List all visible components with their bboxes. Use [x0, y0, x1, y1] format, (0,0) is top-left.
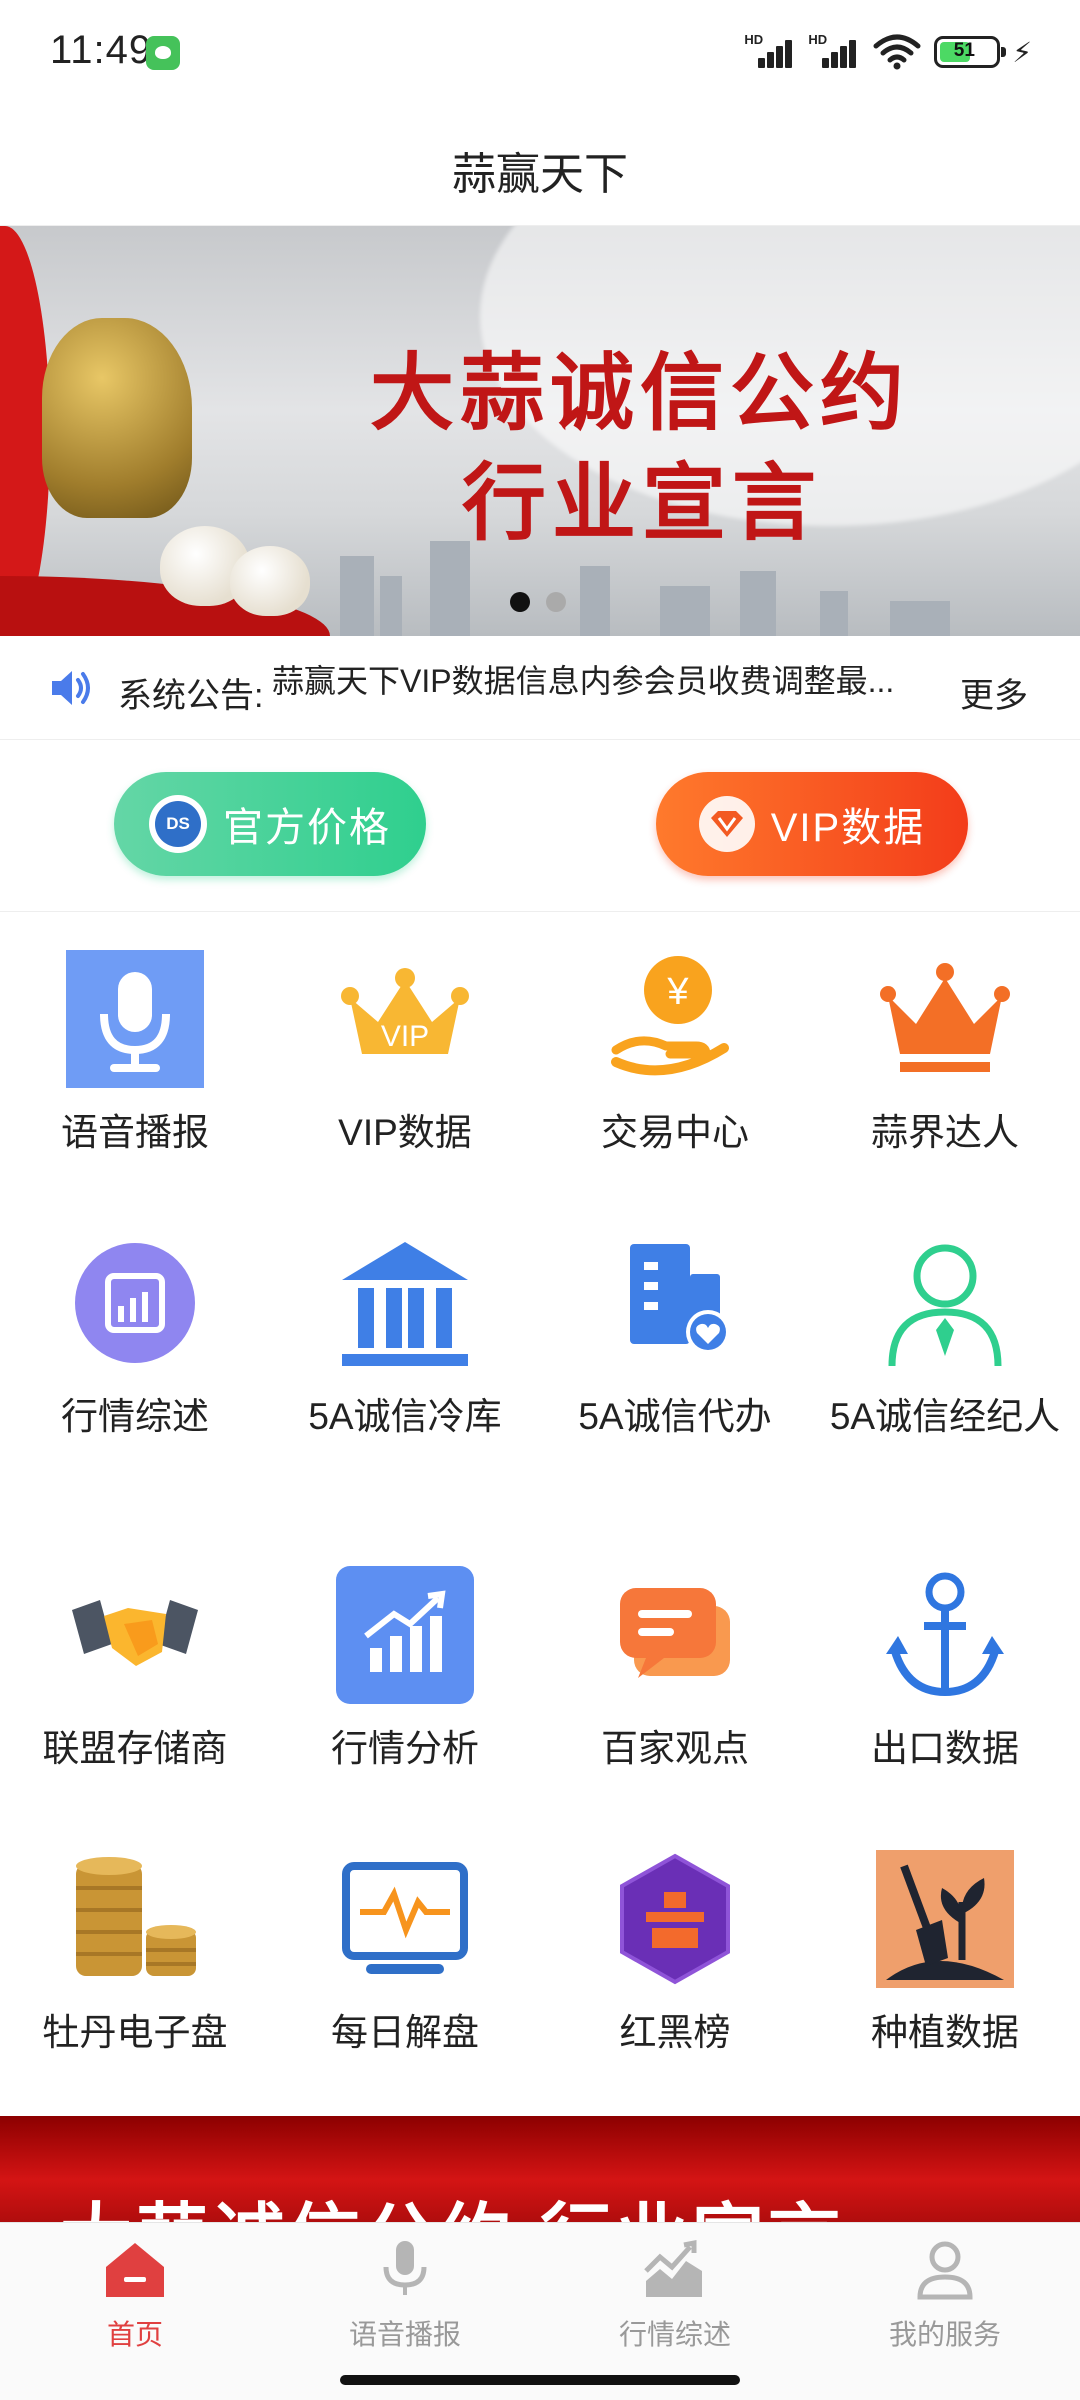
grid-item-label: 牡丹电子盘: [42, 2012, 228, 2053]
page-title: 蒜赢天下: [452, 150, 628, 199]
announcement-more-link[interactable]: 更多: [960, 668, 1028, 717]
grid-item-label: 红黑榜: [619, 2012, 731, 2053]
chat-bubbles-icon: [606, 1566, 744, 1704]
grid-item-label: 5A诚信经纪人: [829, 1396, 1061, 1437]
grid-item-label: 种植数据: [871, 2012, 1019, 2053]
grid-item-label: 蒜界达人: [871, 1112, 1019, 1153]
status-bar: 11:49 HD HD 51 ⚡: [0, 0, 1080, 100]
notification-app-icon: [146, 36, 180, 70]
carousel-indicator: [510, 592, 566, 612]
tab-voice-broadcast[interactable]: 语音播报: [270, 2239, 540, 2359]
grid-item-red-black-list[interactable]: 红黑榜: [540, 1850, 810, 2070]
grid-item-market-analysis[interactable]: 行情分析: [270, 1566, 540, 1786]
tab-label: 语音播报: [348, 2319, 461, 2350]
grid-item-garlic-expert[interactable]: 蒜界达人: [810, 950, 1080, 1170]
chart-circle-icon: [66, 1234, 204, 1372]
vip-crown-icon: VIP: [336, 950, 474, 1088]
quick-actions: DS 官方价格 VIP数据: [0, 740, 1080, 912]
home-icon: [106, 2243, 164, 2297]
wifi-icon: [872, 32, 922, 72]
grid-item-export-data[interactable]: 出口数据: [810, 1566, 1080, 1786]
tab-label: 行情综述: [618, 2319, 731, 2350]
grid-item-label: 交易中心: [601, 1112, 749, 1153]
ds-logo-icon: DS: [149, 795, 207, 853]
signal-hd-icon-2: HD: [808, 32, 860, 72]
grid-item-vip-data[interactable]: VIP VIP数据: [270, 950, 540, 1170]
grid-item-5a-cold-storage[interactable]: 5A诚信冷库: [270, 1234, 540, 1484]
banner-subheadline: 行业宣言: [462, 454, 823, 552]
status-time: 11:49: [50, 28, 153, 72]
grid-item-label: 5A诚信冷库: [308, 1396, 502, 1437]
grid-item-label: 每日解盘: [331, 2012, 479, 2053]
grid-item-expert-views[interactable]: 百家观点: [540, 1566, 810, 1786]
yen-coin-hand-icon: ¥: [606, 950, 744, 1088]
announcement-label: 系统公告:: [118, 677, 264, 715]
status-icons: HD HD 51 ⚡: [744, 30, 1032, 74]
building-heart-icon: [606, 1234, 744, 1372]
official-price-label: 官方价格: [223, 806, 391, 850]
microphone-icon: [383, 2241, 427, 2295]
hexagon-podium-icon: [606, 1850, 744, 1988]
grid-item-5a-agent[interactable]: 5A诚信代办: [540, 1234, 810, 1484]
coin-stack-icon: [66, 1850, 204, 1988]
crown-icon: [876, 950, 1014, 1088]
plant-shovel-icon: [876, 1850, 1014, 1988]
announcement-bar[interactable]: 系统公告: 蒜赢天下VIP数据信息内参会员收费调整最... 更多: [0, 636, 1080, 740]
gesture-home-indicator[interactable]: [340, 2375, 740, 2385]
signal-hd-icon: HD: [744, 32, 796, 72]
tab-label: 我的服务: [888, 2319, 1001, 2350]
growth-chart-icon: [336, 1566, 474, 1704]
trend-chart-icon: [644, 2239, 702, 2297]
vip-data-label: VIP数据: [770, 806, 926, 850]
battery-icon: 51: [934, 36, 1007, 68]
grid-item-label: 行情综述: [61, 1396, 209, 1437]
grid-item-alliance-storage[interactable]: 联盟存储商: [0, 1566, 270, 1786]
bottom-tab-bar: 首页 语音播报 行情综述 我的服务: [0, 2222, 1080, 2400]
grid-item-voice-broadcast[interactable]: 语音播报: [0, 950, 270, 1170]
grid-item-market-overview[interactable]: 行情综述: [0, 1234, 270, 1484]
vip-data-button[interactable]: VIP数据: [656, 772, 968, 876]
grid-item-label: 语音播报: [61, 1112, 209, 1153]
banner-carousel[interactable]: 大蒜诚信公约 行业宣言: [0, 226, 1080, 636]
svg-text:¥: ¥: [666, 971, 689, 1013]
golden-fist-image: [42, 318, 192, 518]
grid-item-label: 5A诚信代办: [578, 1396, 772, 1437]
diamond-icon: [698, 796, 755, 852]
grid-item-label: 出口数据: [871, 1728, 1019, 1769]
grid-item-trading-center[interactable]: ¥ 交易中心: [540, 950, 810, 1170]
svg-text:VIP: VIP: [381, 1020, 429, 1053]
grid-item-label: VIP数据: [338, 1112, 472, 1153]
grid-item-planting-data[interactable]: 种植数据: [810, 1850, 1080, 2070]
charging-bolt-icon: ⚡: [1012, 36, 1032, 68]
handshake-icon: [66, 1566, 204, 1704]
tab-label: 首页: [106, 2319, 163, 2350]
banner-headline: 大蒜诚信公约: [370, 344, 911, 442]
person-tie-icon: [876, 1234, 1014, 1372]
anchor-icon: [876, 1566, 1014, 1704]
user-icon: [917, 2241, 973, 2300]
grid-item-peony-exchange[interactable]: 牡丹电子盘: [0, 1850, 270, 2070]
grid-item-5a-broker[interactable]: 5A诚信经纪人: [810, 1234, 1080, 1484]
bank-building-icon: [336, 1234, 474, 1372]
tab-home[interactable]: 首页: [0, 2239, 270, 2359]
speaker-icon: [52, 671, 90, 705]
microphone-icon: [66, 950, 204, 1088]
announcement-text[interactable]: 蒜赢天下VIP数据信息内参会员收费调整最...: [272, 656, 922, 702]
carousel-dot[interactable]: [546, 592, 566, 612]
grid-item-label: 联盟存储商: [42, 1728, 228, 1769]
promo-banner[interactable]: 大蒜诚信公约 行业宣言: [0, 2116, 1080, 2222]
grid-item-daily-review[interactable]: 每日解盘: [270, 1850, 540, 2070]
tab-market-overview[interactable]: 行情综述: [540, 2239, 810, 2359]
tab-my-services[interactable]: 我的服务: [810, 2239, 1080, 2359]
carousel-dot-active[interactable]: [510, 592, 530, 612]
official-price-button[interactable]: DS 官方价格: [114, 772, 426, 876]
title-bar: 蒜赢天下: [0, 100, 1080, 226]
grid-item-label: 百家观点: [601, 1728, 749, 1769]
monitor-pulse-icon: [336, 1850, 474, 1988]
promo-banner-text: 大蒜诚信公约 行业宣言: [60, 2178, 844, 2222]
grid-item-label: 行情分析: [331, 1728, 479, 1769]
